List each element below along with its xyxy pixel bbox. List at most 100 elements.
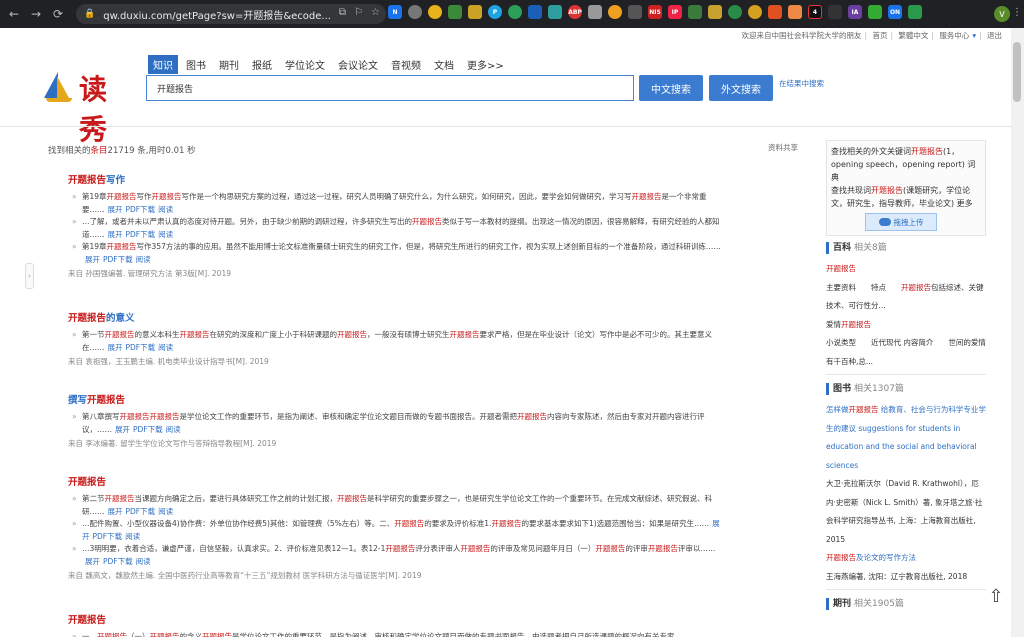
snippet-action-link[interactable]: PDF下载: [126, 507, 156, 516]
page-scrollbar[interactable]: [1011, 28, 1024, 637]
reload-icon[interactable]: ⟳: [50, 6, 66, 22]
baike-item[interactable]: 主要资料 特点 开题报告包括综述、关键技术、可行性分...: [826, 279, 986, 316]
snippet-action-link[interactable]: 阅读: [166, 425, 181, 434]
collapse-sidebar-handle[interactable]: ›: [25, 263, 34, 289]
logout-link[interactable]: 退出: [987, 31, 1002, 40]
extension-blue-icon[interactable]: [528, 5, 542, 19]
snippet-action-link[interactable]: PDF下载: [93, 532, 123, 541]
extension-teal-icon[interactable]: [548, 5, 562, 19]
snippet-action-link[interactable]: PDF下载: [133, 425, 163, 434]
extension-chat-icon[interactable]: [508, 5, 522, 19]
forward-icon[interactable]: →: [28, 6, 44, 22]
tab-7[interactable]: 文档: [429, 55, 459, 74]
snippet-action-link[interactable]: 展开: [108, 507, 123, 516]
tab-5[interactable]: 会议论文: [333, 55, 383, 74]
search-input[interactable]: 开题报告: [146, 75, 634, 101]
snippet-action-link[interactable]: 阅读: [158, 205, 173, 214]
chinese-search-button[interactable]: 中文搜索: [639, 75, 703, 101]
result-title[interactable]: 开题报告: [68, 474, 724, 488]
snippet-action-link[interactable]: 阅读: [136, 557, 151, 566]
extension-yellow-icon[interactable]: [428, 5, 442, 19]
drag-upload-button[interactable]: 拖拽上传: [865, 213, 937, 231]
book-item[interactable]: 开题报告及论文的写作方法: [826, 549, 986, 568]
snippet-action-link[interactable]: 阅读: [158, 507, 173, 516]
extension-grid-icon[interactable]: [868, 5, 882, 19]
extension-p-icon[interactable]: P: [488, 5, 502, 19]
extension-sun-icon[interactable]: [748, 5, 762, 19]
result-title[interactable]: 撰写开题报告: [68, 392, 724, 406]
traditional-chinese-link[interactable]: 繁體中文: [898, 31, 928, 40]
extension-new-icon[interactable]: N: [388, 5, 402, 19]
extension-green-icon[interactable]: [448, 5, 462, 19]
extension-gray-icon[interactable]: [408, 5, 422, 19]
adblock-icon[interactable]: ABP: [568, 5, 582, 19]
home-link[interactable]: 首页: [872, 31, 887, 40]
journal-header[interactable]: 期刊 相关1905篇: [826, 598, 986, 610]
tab-0[interactable]: 知识: [148, 55, 178, 74]
tab-1[interactable]: 图书: [181, 55, 211, 74]
search-in-results-link[interactable]: 在结果中搜索: [779, 78, 824, 89]
snippet-text: 第八章撰写: [82, 412, 120, 421]
book-item[interactable]: 大卫·克拉斯沃尔（David R. Krathwohl），厄内·史密斯（Nick…: [826, 475, 986, 549]
back-icon[interactable]: ←: [6, 6, 22, 22]
snippet-action-link[interactable]: PDF下载: [126, 230, 156, 239]
extension-orange-icon[interactable]: [608, 5, 622, 19]
duxiu-logo[interactable]: 读秀: [44, 68, 134, 146]
extension-gold-icon[interactable]: [468, 5, 482, 19]
snippet-action-link[interactable]: 阅读: [158, 343, 173, 352]
tab-4[interactable]: 学位论文: [280, 55, 330, 74]
extension-leaf-icon[interactable]: [688, 5, 702, 19]
service-center-link[interactable]: 服务中心: [939, 31, 969, 40]
books-header[interactable]: 图书 相关1307篇: [826, 383, 986, 395]
result-title[interactable]: 开题报告写作: [68, 172, 724, 186]
extension-badge-icon[interactable]: 4: [808, 5, 822, 19]
resource-share-link[interactable]: 资料共享: [768, 142, 798, 153]
snippet-action-link[interactable]: 展开: [108, 230, 123, 239]
baike-item[interactable]: 爱情开题报告: [826, 316, 986, 335]
address-bar[interactable]: 🔒 qw.duxiu.com/getPage?sw=开题报告&ecode... …: [76, 4, 386, 24]
extension-box-icon[interactable]: [708, 5, 722, 19]
tab-2[interactable]: 期刊: [214, 55, 244, 74]
snippet-action-link[interactable]: PDF下载: [103, 557, 133, 566]
extension-ip-icon[interactable]: IP: [668, 5, 682, 19]
snippet-action-link[interactable]: 展开: [85, 557, 100, 566]
profile-avatar[interactable]: V: [994, 6, 1010, 22]
back-to-top-icon[interactable]: ⇧: [986, 586, 1006, 608]
snippet-action-link[interactable]: PDF下载: [126, 205, 156, 214]
book-item[interactable]: 王海燕编著, 沈阳：辽宁教育出版社, 2018: [826, 568, 986, 587]
extension-fox-icon[interactable]: [788, 5, 802, 19]
translate-icon[interactable]: ⚐: [354, 7, 363, 18]
extension-red-orange-icon[interactable]: [768, 5, 782, 19]
baike-header[interactable]: 百科 相关8篇: [826, 242, 986, 254]
extension-dark-icon[interactable]: [628, 5, 642, 19]
extension-circle-icon[interactable]: [728, 5, 742, 19]
install-icon[interactable]: ⧉: [339, 7, 346, 18]
tab-3[interactable]: 报纸: [247, 55, 277, 74]
snippet-action-link[interactable]: 展开: [108, 343, 123, 352]
tab-8[interactable]: 更多>>: [462, 55, 509, 74]
baike-item[interactable]: 开题报告: [826, 260, 986, 279]
snippet-action-link[interactable]: PDF下载: [126, 343, 156, 352]
scrollbar-thumb[interactable]: [1013, 42, 1021, 102]
baike-item[interactable]: 小说类型 近代现代 内容简介 世间的爱情有千百种,总...: [826, 334, 986, 371]
extension-doc-icon[interactable]: [588, 5, 602, 19]
bookmark-star-icon[interactable]: ☆: [371, 7, 380, 18]
foreign-search-button[interactable]: 外文搜索: [709, 75, 773, 101]
tab-6[interactable]: 音视频: [386, 55, 426, 74]
snippet-action-link[interactable]: 阅读: [125, 532, 140, 541]
extension-on-icon[interactable]: ON: [888, 5, 902, 19]
result-title[interactable]: 开题报告的意义: [68, 310, 724, 324]
snippet-action-link[interactable]: 展开: [108, 205, 123, 214]
snippet-action-link[interactable]: 展开: [85, 255, 100, 264]
snippet-action-link[interactable]: 阅读: [136, 255, 151, 264]
browser-menu-icon[interactable]: ⋮: [1012, 7, 1022, 18]
snippet-action-link[interactable]: 展开: [115, 425, 130, 434]
extension-puzzle-icon[interactable]: [908, 5, 922, 19]
extension-ia-icon[interactable]: IA: [848, 5, 862, 19]
snippet-action-link[interactable]: PDF下载: [103, 255, 133, 264]
extension-dot-icon[interactable]: [828, 5, 842, 19]
snippet-action-link[interactable]: 阅读: [158, 230, 173, 239]
book-item[interactable]: 怎样做开题报告 给教育、社会与行为科学专业学生的建议 suggestions f…: [826, 401, 986, 475]
result-title[interactable]: 开题报告: [68, 612, 724, 626]
extension-nis-icon[interactable]: NIS: [648, 5, 662, 19]
